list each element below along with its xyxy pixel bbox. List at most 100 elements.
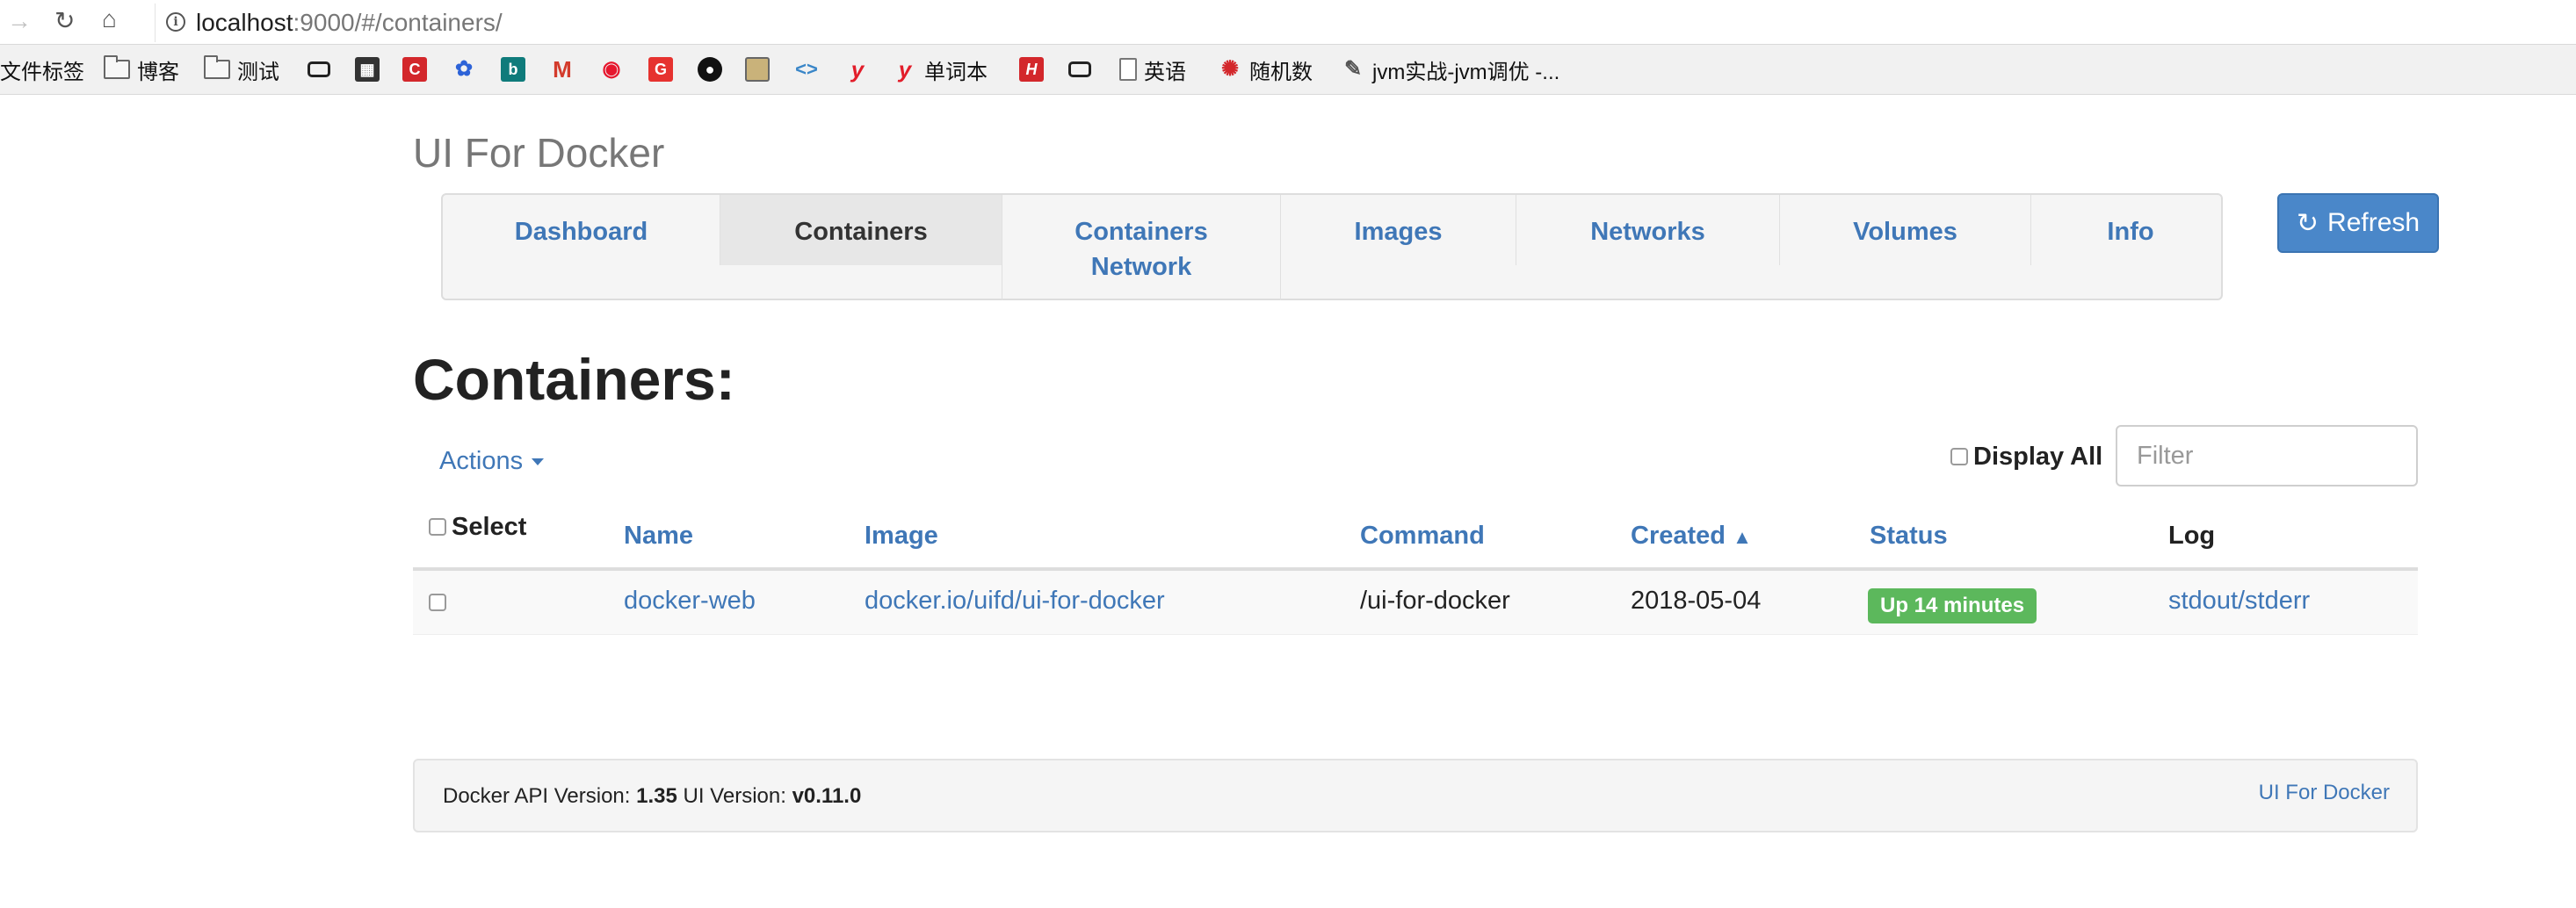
code-icon: <> (795, 58, 818, 80)
url-host: localhost (196, 9, 293, 36)
reload-icon[interactable]: ↻ (54, 7, 75, 35)
container-command: /ui-for-docker (1360, 587, 1510, 615)
youdao-icon: y (850, 56, 865, 83)
container-image-link[interactable]: docker.io/uifd/ui-for-docker (865, 583, 1165, 618)
display-all-label: Display All (1973, 443, 2103, 471)
api-version-label: Docker API Version: (443, 784, 631, 808)
url-path: :9000/#/containers/ (293, 9, 503, 36)
bookmark-item[interactable]: 文件标签 (0, 45, 84, 94)
qr-icon: ▦ (355, 57, 380, 82)
bookmark-label: 博客 (137, 60, 179, 84)
footer-link[interactable]: UI For Docker (2259, 778, 2390, 808)
table-row: docker-web docker.io/uifd/ui-for-docker … (413, 571, 2418, 635)
bookmark-label: 单词本 (924, 60, 988, 84)
red-c-icon: C (402, 57, 427, 82)
bookmark-item[interactable]: ✺ 随机数 (1218, 45, 1313, 94)
youdao-icon: y (898, 56, 912, 83)
display-all-toggle[interactable]: Display All (1950, 439, 2102, 474)
column-name[interactable]: Name (624, 518, 693, 553)
bookmark-item[interactable]: 英语 (1119, 45, 1186, 94)
select-all-header[interactable]: Select (429, 509, 526, 544)
refresh-label: Refresh (2327, 208, 2420, 237)
tab-info[interactable]: Info (2031, 195, 2230, 265)
weibo-icon: ◉ (602, 57, 621, 81)
ui-version-label: UI Version: (683, 784, 786, 808)
bookmark-item[interactable] (1068, 45, 1098, 94)
table-header: Select Name Image Command Created ▲ Stat… (413, 509, 2418, 571)
refresh-button[interactable]: ↻ Refresh (2277, 193, 2439, 253)
bookmark-item[interactable]: H (1019, 45, 1051, 94)
column-created-header[interactable]: Created ▲ (1631, 518, 1752, 555)
folder-icon (204, 55, 230, 79)
column-log: Log (2168, 522, 2216, 550)
bookmark-label: jvm实战-jvm调优 -... (1372, 60, 1560, 84)
footer-version-text: Docker API Version: 1.35 UI Version: v0.… (443, 782, 861, 811)
bing-icon: b (501, 57, 525, 82)
bookmark-item[interactable]: ▦ (355, 45, 387, 94)
bookmark-item[interactable]: y 单词本 (893, 45, 988, 94)
container-created: 2018-05-04 (1631, 587, 1762, 615)
random-icon: ✺ (1220, 57, 1240, 81)
url-field[interactable]: i localhost:9000/#/containers/ (155, 4, 2576, 42)
tab-volumes[interactable]: Volumes (1780, 195, 2031, 265)
bookmark-item[interactable]: G (648, 45, 680, 94)
url-text[interactable]: localhost:9000/#/containers/ (196, 9, 503, 37)
home-icon[interactable]: ⌂ (102, 5, 117, 33)
tab-containers[interactable]: Containers (720, 195, 1002, 265)
bookmark-item[interactable]: ✎ jvm实战-jvm调优 -... (1341, 45, 1559, 94)
column-created: Created (1631, 522, 1726, 550)
page-icon (1119, 58, 1137, 81)
link-icon (308, 61, 330, 77)
display-all-checkbox[interactable] (1950, 448, 1968, 465)
container-name-link[interactable]: docker-web (624, 583, 756, 618)
app-title[interactable]: UI For Docker (413, 128, 664, 177)
tab-label-line2: Network (1090, 253, 1192, 281)
bookmark-folder[interactable]: 博客 (104, 45, 179, 94)
bookmark-item[interactable]: C (402, 45, 434, 94)
bookmark-folder[interactable]: 测试 (204, 45, 279, 94)
image-icon (745, 57, 770, 82)
footer: Docker API Version: 1.35 UI Version: v0.… (413, 759, 2418, 832)
select-all-checkbox[interactable] (429, 518, 446, 536)
refresh-icon: ↻ (2296, 207, 2319, 239)
api-version-value: 1.35 (636, 784, 677, 808)
bookmark-item[interactable]: <> (794, 45, 826, 94)
status-badge: Up 14 minutes (1868, 588, 2037, 623)
bookmark-item[interactable]: ◉ (599, 45, 631, 94)
tab-networks[interactable]: Networks (1516, 195, 1780, 265)
container-log-link[interactable]: stdout/stderr (2168, 583, 2310, 618)
bookmark-label: 英语 (1144, 60, 1186, 84)
back-arrow-icon[interactable]: → (7, 7, 32, 35)
tab-images[interactable]: Images (1281, 195, 1516, 265)
browser-address-bar: → ↻ ⌂ i localhost:9000/#/containers/ (0, 0, 2576, 45)
column-status[interactable]: Status (1870, 518, 1948, 553)
actions-dropdown[interactable]: Actions (439, 443, 545, 479)
page-title: Containers: (413, 347, 735, 412)
feather-icon: ✎ (1343, 57, 1363, 81)
bookmark-item[interactable] (308, 45, 337, 94)
bookmark-item[interactable]: ● (698, 45, 729, 94)
link-icon (1068, 61, 1091, 77)
bookmarks-bar: 文件标签 博客 测试 ▦ C ✿ b M ◉ G ● <> y y 单词本 H 英… (0, 45, 2576, 95)
bookmark-item[interactable] (745, 45, 777, 94)
chevron-up-icon: ▲ (1733, 526, 1752, 548)
baidu-paw-icon: ✿ (454, 57, 474, 81)
filter-input[interactable] (2116, 425, 2418, 486)
bookmark-label: 文件标签 (0, 60, 84, 84)
github-icon: ● (698, 57, 722, 82)
column-command[interactable]: Command (1360, 518, 1485, 553)
bookmark-item[interactable]: y (845, 45, 877, 94)
bookmark-label: 测试 (237, 60, 279, 84)
column-select: Select (452, 513, 527, 541)
bookmark-item[interactable]: M (550, 45, 582, 94)
actions-label: Actions (439, 447, 524, 475)
info-icon[interactable]: i (166, 12, 185, 32)
bookmark-item[interactable]: ✿ (452, 45, 483, 94)
column-image[interactable]: Image (865, 518, 938, 553)
tab-containers-network[interactable]: Containers Network (1002, 195, 1281, 300)
row-select-checkbox[interactable] (429, 594, 446, 611)
bookmark-item[interactable]: b (501, 45, 532, 94)
folder-icon (104, 55, 130, 79)
red-g-icon: G (648, 57, 673, 82)
tab-dashboard[interactable]: Dashboard (443, 195, 720, 265)
